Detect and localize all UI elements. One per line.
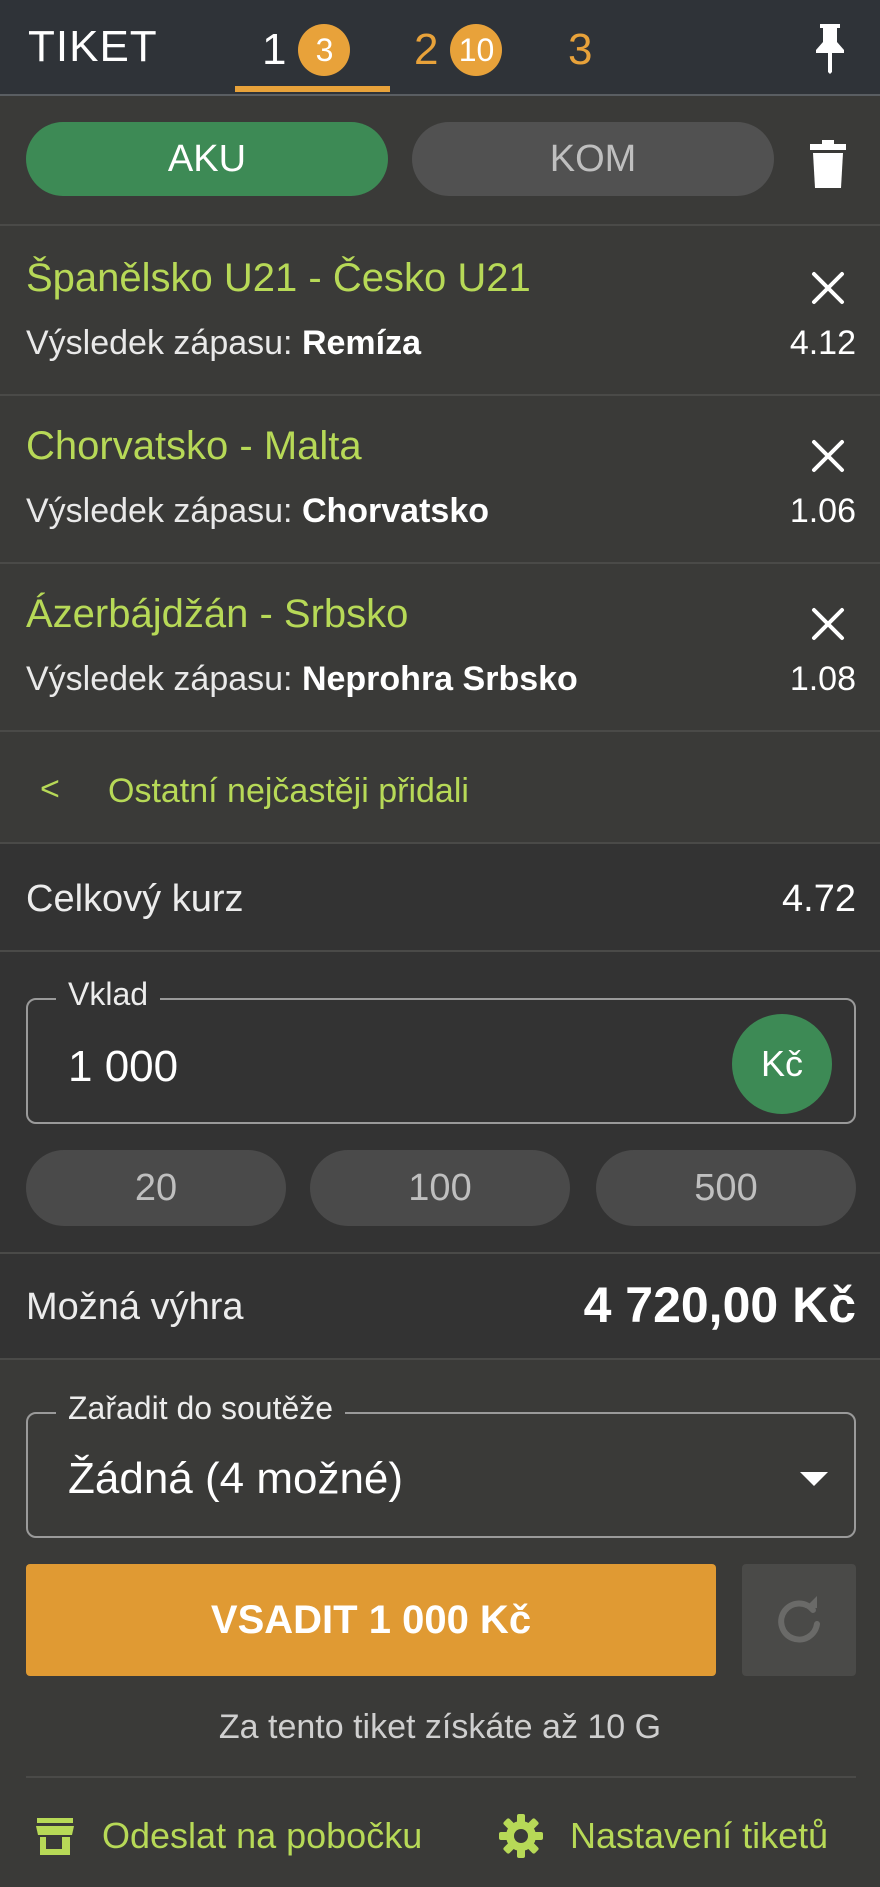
ticket-settings-link[interactable]: Nastavení tiketů (498, 1806, 828, 1866)
bet-type-toggle: AKU KOM (0, 98, 880, 226)
close-icon[interactable] (808, 604, 848, 644)
tab-number: 3 (568, 25, 593, 74)
match-name[interactable]: Chorvatsko - Malta (26, 424, 362, 469)
pin-icon[interactable] (810, 22, 850, 74)
match-name[interactable]: Ázerbájdžán - Srbsko (26, 592, 408, 637)
active-tab-indicator (235, 86, 390, 92)
refresh-icon (778, 1596, 820, 1643)
possible-win-label: Možná výhra (26, 1286, 244, 1328)
market-label: Výsledek zápasu: (26, 660, 293, 698)
tab-number: 1 (262, 25, 287, 74)
ticket-settings-label: Nastavení tiketů (570, 1815, 829, 1856)
match-name[interactable]: Španělsko U21 - Česko U21 (26, 256, 531, 301)
bet-odd: 4.12 (789, 324, 856, 362)
bet-odd: 1.06 (789, 492, 856, 530)
market-label: Výsledek zápasu: (26, 492, 293, 530)
place-bet-button[interactable]: VSADIT 1 000 Kč (26, 1564, 716, 1676)
tab-number: 2 (414, 25, 439, 74)
market-label: Výsledek zápasu: (26, 324, 293, 362)
divider (26, 1776, 856, 1778)
quick-stake-button[interactable]: 500 (596, 1150, 856, 1226)
selection-value: Neprohra Srbsko (301, 660, 578, 698)
kom-button[interactable]: KOM (412, 122, 774, 196)
possible-win-value: 4 720,00 Kč (583, 1277, 856, 1333)
others-added-link[interactable]: < Ostatní nejčastěji přidali (0, 732, 880, 844)
bet-item: Ázerbájdžán - Srbsko Výsledek zápasu: Ne… (0, 564, 880, 732)
ticket-title: TIKET (28, 22, 158, 71)
competition-value: Žádná (4 možné) (68, 1454, 404, 1503)
dropdown-arrow-icon (800, 1472, 828, 1486)
selection-value: Chorvatsko (301, 492, 490, 530)
refresh-button[interactable] (742, 1564, 856, 1676)
stake-legend: Vklad (56, 976, 161, 1013)
bet-odd: 1.08 (789, 660, 856, 698)
tab-count-badge: 10 (450, 24, 503, 76)
quick-stake-button[interactable]: 100 (310, 1150, 570, 1226)
bet-selection: Výsledek zápasu: Chorvatsko (26, 492, 489, 531)
bet-item: Chorvatsko - Malta Výsledek zápasu: Chor… (0, 396, 880, 564)
total-odds-row: Celkový kurz 4.72 (0, 844, 880, 952)
trash-icon[interactable] (808, 140, 848, 190)
bet-item: Španělsko U21 - Česko U21 Výsledek zápas… (0, 228, 880, 396)
aku-button[interactable]: AKU (26, 122, 388, 196)
close-icon[interactable] (808, 436, 848, 476)
quick-stake-button[interactable]: 20 (26, 1150, 286, 1226)
tab-count-badge: 3 (298, 24, 351, 76)
send-to-branch-link[interactable]: Odeslat na pobočku (34, 1806, 422, 1866)
bet-selection: Výsledek zápasu: Neprohra Srbsko (26, 660, 578, 699)
tab-ticket-3[interactable]: 3 (568, 20, 592, 80)
close-icon[interactable] (808, 268, 848, 308)
possible-win-row: Možná výhra 4 720,00 Kč (0, 1254, 880, 1360)
others-added-label: Ostatní nejčastěji přidali (108, 772, 469, 810)
tab-ticket-2[interactable]: 2 10 (414, 20, 503, 80)
chevron-left-icon: < (40, 770, 60, 808)
tab-ticket-1[interactable]: 1 3 (262, 20, 351, 80)
selection-value: Remíza (301, 324, 422, 362)
ticket-header: TIKET 1 3 2 10 3 (0, 0, 880, 96)
store-icon (36, 1818, 74, 1855)
competition-legend: Zařadit do soutěže (56, 1390, 346, 1427)
points-note: Za tento tiket získáte až 10 G (218, 1708, 662, 1746)
total-odds-label: Celkový kurz (26, 878, 244, 920)
bet-selection: Výsledek zápasu: Remíza (26, 324, 421, 363)
stake-input[interactable]: 1 000 (68, 1042, 178, 1092)
total-odds-value: 4.72 (782, 878, 856, 920)
currency-button[interactable]: Kč (732, 1014, 832, 1114)
gear-icon (499, 1814, 543, 1858)
stake-field[interactable]: Vklad 1 000 Kč (26, 976, 856, 1124)
send-to-branch-label: Odeslat na pobočku (102, 1815, 423, 1856)
competition-select[interactable]: Zařadit do soutěže Žádná (4 možné) (26, 1390, 856, 1538)
